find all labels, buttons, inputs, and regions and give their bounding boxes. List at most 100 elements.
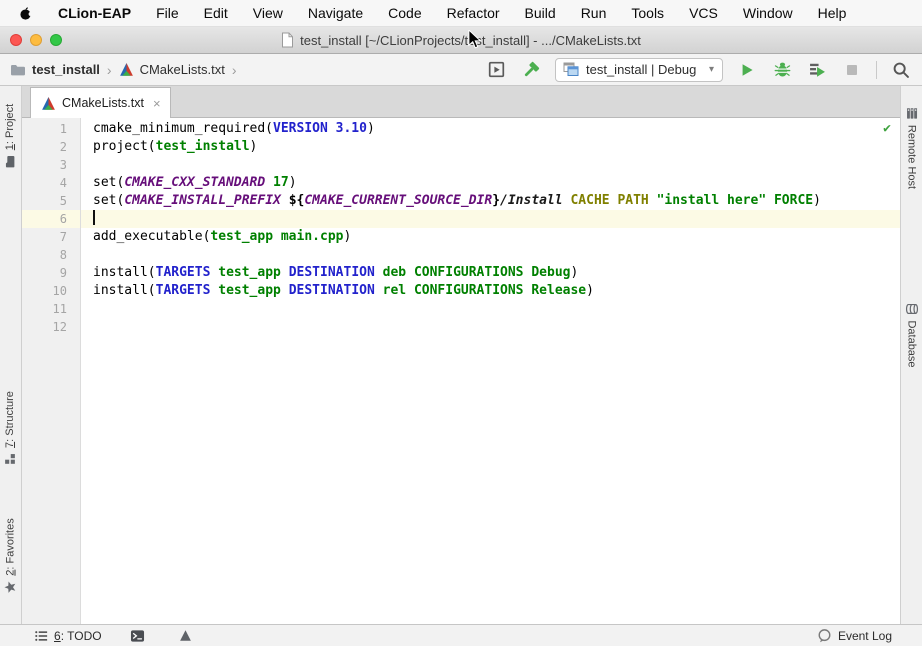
apple-icon[interactable] xyxy=(18,5,33,21)
menu-item-window[interactable]: Window xyxy=(743,5,793,21)
line-number: 9 xyxy=(22,264,80,282)
stop-icon xyxy=(844,62,860,78)
line-number: 2 xyxy=(22,138,80,156)
breadcrumb-label: test_install xyxy=(32,62,100,77)
code-line[interactable]: 5set(CMAKE_INSTALL_PREFIX ${CMAKE_CURREN… xyxy=(22,192,900,210)
code-line[interactable]: 3 xyxy=(22,156,900,174)
menu-item-navigate[interactable]: Navigate xyxy=(308,5,363,21)
chevron-right-icon: › xyxy=(106,62,113,78)
breadcrumb: test_install › CMakeLists.txt › xyxy=(10,62,238,78)
project-icon xyxy=(4,155,16,168)
editor-tab-label: CMakeLists.txt xyxy=(62,96,144,110)
breadcrumb-item[interactable]: test_install xyxy=(10,62,100,77)
code-text: install(TARGETS test_app DESTINATION deb… xyxy=(80,264,900,282)
document-icon xyxy=(281,32,294,48)
menu-item-edit[interactable]: Edit xyxy=(204,5,228,21)
menu-item-vcs[interactable]: VCS xyxy=(689,5,718,21)
event-log-button[interactable]: Event Log xyxy=(817,628,892,643)
code-line[interactable]: 7add_executable(test_app main.cpp) xyxy=(22,228,900,246)
run-with-coverage-button[interactable] xyxy=(806,59,828,81)
tool-window-button-structure[interactable]: 7: Structure xyxy=(4,391,16,465)
tool-window-label: 1: Project xyxy=(4,104,16,150)
status-bar-item-cmake[interactable] xyxy=(179,629,198,643)
inspection-status-icon[interactable]: ✔ xyxy=(883,121,891,136)
chevron-right-icon: › xyxy=(231,62,238,78)
remote-host-icon xyxy=(906,107,919,120)
menu-item-build[interactable]: Build xyxy=(525,5,556,21)
event-log-label: Event Log xyxy=(838,629,892,643)
window-title-bar: test_install [~/CLionProjects/test_insta… xyxy=(0,27,922,54)
menu-item-tools[interactable]: Tools xyxy=(631,5,664,21)
line-number: 11 xyxy=(22,300,80,318)
play-icon xyxy=(739,62,755,78)
editor-tab[interactable]: CMakeLists.txt × xyxy=(30,87,171,118)
right-tool-window-stripe: Remote Host Database xyxy=(900,86,922,624)
line-number: 6 xyxy=(22,210,80,228)
code-text xyxy=(80,300,900,318)
search-icon xyxy=(892,61,910,79)
tool-window-button-remotehost[interactable]: Remote Host xyxy=(906,107,919,189)
code-line[interactable]: 8 xyxy=(22,246,900,264)
search-everywhere-button[interactable] xyxy=(890,59,912,81)
menu-item-code[interactable]: Code xyxy=(388,5,421,21)
zoom-window-button[interactable] xyxy=(50,34,62,46)
coverage-icon xyxy=(809,61,826,78)
tool-window-button-database[interactable]: Database xyxy=(906,302,919,367)
code-line[interactable]: 4set(CMAKE_CXX_STANDARD 17) xyxy=(22,174,900,192)
window-title: test_install [~/CLionProjects/test_insta… xyxy=(300,33,641,48)
code-line[interactable]: 9install(TARGETS test_app DESTINATION de… xyxy=(22,264,900,282)
left-tool-window-stripe: 1: Project 7: Structure 2: Favorites xyxy=(0,86,22,624)
tool-window-label: Database xyxy=(906,320,918,367)
minimize-window-button[interactable] xyxy=(30,34,42,46)
menu-item-view[interactable]: View xyxy=(253,5,283,21)
breadcrumb-label: CMakeLists.txt xyxy=(140,62,225,77)
tool-window-label: 2: Favorites xyxy=(4,518,16,575)
code-text: install(TARGETS test_app DESTINATION rel… xyxy=(80,282,900,300)
code-text: cmake_minimum_required(VERSION 3.10) xyxy=(80,120,900,138)
status-bar: 6: TODO Event Log xyxy=(0,624,922,646)
build-button[interactable] xyxy=(520,59,542,81)
line-number: 12 xyxy=(22,318,80,336)
code-text: set(CMAKE_INSTALL_PREFIX ${CMAKE_CURRENT… xyxy=(80,192,900,210)
code-line[interactable]: 11 xyxy=(22,300,900,318)
tool-window-label: Remote Host xyxy=(906,125,918,189)
menu-item-help[interactable]: Help xyxy=(818,5,847,21)
code-editor[interactable]: 1cmake_minimum_required(VERSION 3.10)2pr… xyxy=(22,118,900,624)
hammer-icon xyxy=(522,61,540,79)
code-line[interactable]: 10install(TARGETS test_app DESTINATION r… xyxy=(22,282,900,300)
menu-item-run[interactable]: Run xyxy=(581,5,607,21)
tool-window-button-project[interactable]: 1: Project xyxy=(4,104,16,168)
menu-item-refactor[interactable]: Refactor xyxy=(447,5,500,21)
line-number: 4 xyxy=(22,174,80,192)
line-number: 7 xyxy=(22,228,80,246)
close-window-button[interactable] xyxy=(10,34,22,46)
code-text xyxy=(80,318,900,336)
run-configuration-select[interactable]: test_install | Debug ▾ xyxy=(555,58,723,82)
traffic-lights xyxy=(10,27,62,53)
run-tool-window-button[interactable] xyxy=(485,59,507,81)
database-icon xyxy=(906,302,919,315)
code-line[interactable]: 2project(test_install) xyxy=(22,138,900,156)
run-button[interactable] xyxy=(736,59,758,81)
code-line[interactable]: 12 xyxy=(22,318,900,336)
status-bar-item-terminal[interactable] xyxy=(130,629,151,643)
cmake-icon xyxy=(119,62,134,77)
line-number: 10 xyxy=(22,282,80,300)
code-text: project(test_install) xyxy=(80,138,900,156)
todo-icon xyxy=(34,629,48,643)
line-number: 1 xyxy=(22,120,80,138)
star-icon xyxy=(4,581,17,594)
close-tab-icon[interactable]: × xyxy=(153,96,161,111)
code-line[interactable]: 1cmake_minimum_required(VERSION 3.10) xyxy=(22,120,900,138)
tool-window-button-favorites[interactable]: 2: Favorites xyxy=(4,518,17,593)
terminal-icon xyxy=(130,629,145,643)
menu-item-file[interactable]: File xyxy=(156,5,179,21)
breadcrumb-item[interactable]: CMakeLists.txt xyxy=(119,62,225,77)
menu-item-clion-eap[interactable]: CLion-EAP xyxy=(58,5,131,21)
code-line[interactable]: 6 xyxy=(22,210,900,228)
debug-button[interactable] xyxy=(771,59,793,81)
app-window-icon xyxy=(563,62,579,77)
line-number: 8 xyxy=(22,246,80,264)
text-caret xyxy=(93,210,95,225)
status-bar-item-todo[interactable]: 6: TODO xyxy=(34,629,102,643)
